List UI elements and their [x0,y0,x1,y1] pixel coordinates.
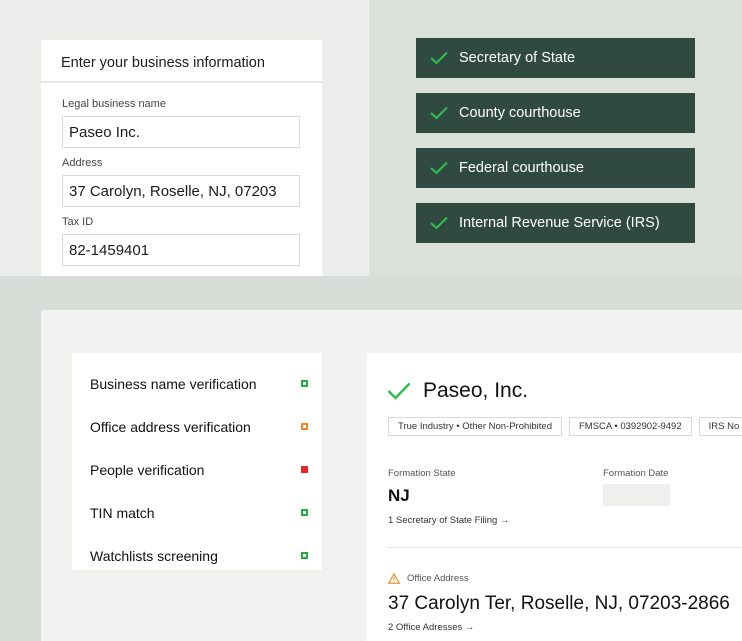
business-result-card: Paseo, Inc. True Industry • Other Non-Pr… [367,353,742,641]
source-label: Secretary of State [459,50,576,66]
checklist-item-people[interactable]: People verification [72,448,322,491]
office-address-label: Office Address [407,573,469,584]
business-info-form: Enter your business information Legal bu… [41,40,322,276]
office-address-value: 37 Carolyn Ter, Roselle, NJ, 07203-2866 [388,593,730,614]
tax-id-label: Tax ID [62,216,94,228]
office-address-header: Office Address [388,573,469,584]
divider [388,547,742,548]
warning-icon [388,573,400,584]
checklist-label: Business name verification [90,375,257,392]
source-irs: Internal Revenue Service (IRS) [416,203,695,243]
address-label: Address [62,157,103,169]
form-title: Enter your business information [41,40,322,83]
industry-tag: True Industry • Other Non-Prohibited [388,417,562,436]
status-fail-icon [301,466,308,473]
check-icon [430,161,448,175]
formation-date-label: Formation Date [603,468,669,479]
source-secretary-of-state: Secretary of State [416,38,695,78]
check-icon [430,51,448,65]
check-icon [387,382,411,400]
verification-sources: Secretary of State County courthouse Fed… [416,38,695,258]
source-label: Internal Revenue Service (IRS) [459,215,660,231]
status-pass-icon [301,552,308,559]
source-label: County courthouse [459,105,581,121]
check-icon [430,106,448,120]
checklist-item-watchlists[interactable]: Watchlists screening [72,534,322,577]
source-label: Federal courthouse [459,160,584,176]
formation-state-value: NJ [388,486,410,505]
office-addresses-link[interactable]: 2 Office Adresses → [388,622,474,633]
business-tags: True Industry • Other Non-Prohibited FMS… [388,417,742,436]
checklist-label: People verification [90,461,205,478]
legal-name-label: Legal business name [62,98,166,110]
status-pass-icon [301,380,308,387]
legal-name-input[interactable]: Paseo Inc. [62,116,300,148]
check-icon [430,216,448,230]
address-input[interactable]: 37 Carolyn, Roselle, NJ, 07203 [62,175,300,207]
verification-checklist: Business name verification Office addres… [72,353,322,570]
checklist-item-tin-match[interactable]: TIN match [72,491,322,534]
checklist-label: TIN match [90,504,155,521]
status-pass-icon [301,509,308,516]
tax-id-input[interactable]: 82-1459401 [62,234,300,266]
checklist-item-office-address[interactable]: Office address verification [72,405,322,448]
business-name: Paseo, Inc. [423,379,529,402]
checklist-label: Watchlists screening [90,547,218,564]
status-warning-icon [301,423,308,430]
checklist-item-business-name[interactable]: Business name verification [72,362,322,405]
sos-filing-link[interactable]: 1 Secretary of State Filing → [388,515,509,526]
formation-date-placeholder [603,484,670,506]
formation-state-label: Formation State [388,468,456,479]
irs-tag: IRS No [698,417,742,436]
checklist-label: Office address verification [90,418,251,435]
fmsca-tag: FMSCA • 0392902-9492 [569,417,692,436]
source-county-courthouse: County courthouse [416,93,695,133]
result-title: Paseo, Inc. [387,379,528,403]
source-federal-courthouse: Federal courthouse [416,148,695,188]
